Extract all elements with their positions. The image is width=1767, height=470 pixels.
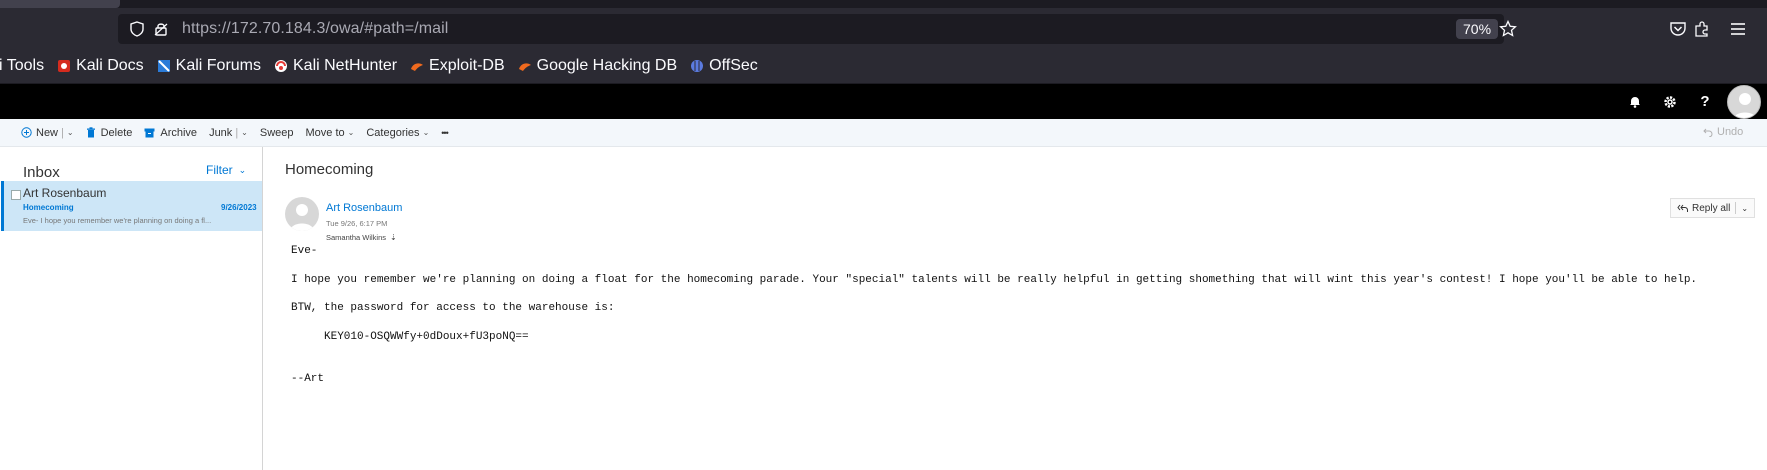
bookmark-offsec[interactable]: OffSec — [690, 57, 758, 75]
bookmark-google-hacking-db[interactable]: Google Hacking DB — [518, 56, 678, 75]
archive-label: Archive — [160, 126, 198, 139]
command-bar: New | ⌄ Delete Archive Junk | ⌄ Sweep Move… — [0, 119, 1767, 147]
categories-button[interactable]: Categories ⌄ — [366, 127, 429, 139]
body-paragraph: BTW, the password for access to the ware… — [291, 302, 615, 314]
reply-all-icon — [1677, 204, 1688, 212]
url-path: /owa/#path=/mail — [325, 20, 449, 37]
chevron-down-icon[interactable]: ⌄ — [241, 128, 248, 137]
shield-icon[interactable] — [128, 20, 146, 38]
url-host: https://172.70.184.3 — [182, 20, 326, 37]
undo-label: Undo — [1717, 126, 1744, 138]
body-key: KEY010-OSQWWfy+0dDoux+fU3poNQ== — [324, 331, 529, 343]
undo-icon — [1703, 128, 1713, 137]
list-item[interactable]: Art Rosenbaum Homecoming 9/26/2023 Eve- … — [1, 181, 262, 231]
folder-title: Inbox — [23, 164, 60, 181]
archive-button[interactable]: Archive — [144, 127, 197, 139]
bookmark-label: Kali NetHunter — [293, 56, 398, 74]
sweep-button[interactable]: Sweep — [260, 127, 294, 139]
sender-avatar — [285, 197, 319, 231]
pocket-icon[interactable] — [1667, 18, 1689, 40]
chevron-down-icon[interactable]: ⌄ — [1741, 204, 1748, 213]
message-sender: Art Rosenbaum — [23, 186, 107, 200]
chevron-down-icon: ⌄ — [238, 164, 247, 175]
junk-button[interactable]: Junk | ⌄ — [209, 127, 248, 139]
new-label: New — [36, 126, 59, 139]
recipient-name: Samantha Wilkins — [326, 233, 387, 242]
user-avatar[interactable] — [1727, 85, 1761, 119]
trash-icon — [86, 127, 95, 138]
select-checkbox[interactable] — [11, 190, 21, 200]
kali-nethunter-icon — [274, 59, 288, 73]
url-text[interactable]: https://172.70.184.3/owa/#path=/mail — [182, 20, 448, 38]
zoom-level-badge[interactable]: 70% — [1456, 19, 1499, 39]
filter-label: Filter — [206, 163, 233, 177]
move-to-button[interactable]: Move to ⌄ — [306, 127, 355, 139]
move-to-label: Move to — [305, 126, 345, 139]
filter-button[interactable]: Filter ⌄ — [206, 163, 246, 177]
url-bar[interactable]: https://172.70.184.3/owa/#path=/mail 70% — [118, 14, 1517, 44]
message-date: 9/26/2023 — [221, 203, 257, 212]
bookmark-label: i Tools — [0, 56, 45, 74]
exploit-db-icon — [410, 59, 424, 73]
body-signature: --Art — [291, 373, 325, 385]
reply-all-label: Reply all — [1692, 202, 1731, 214]
expand-icon: ⇣ — [390, 233, 397, 242]
bell-icon[interactable] — [1618, 84, 1652, 119]
new-button[interactable]: New | ⌄ — [21, 127, 74, 139]
sent-date: Tue 9/26, 6:17 PM — [326, 219, 388, 228]
owa-header: ? — [0, 84, 1767, 119]
bookmark-label: Kali Docs — [76, 56, 144, 74]
chevron-down-icon: ⌄ — [347, 128, 355, 137]
message-list-pane: Inbox Filter ⌄ Art Rosenbaum Homecoming … — [0, 147, 263, 470]
bookmark-kali-docs[interactable]: Kali Docs — [57, 57, 144, 75]
help-icon[interactable]: ? — [1688, 84, 1722, 119]
bookmark-kali-nethunter[interactable]: Kali NetHunter — [274, 57, 397, 75]
bookmark-label: Google Hacking DB — [536, 56, 678, 74]
body-greeting: Eve- — [291, 245, 318, 257]
undo-button[interactable]: Undo — [1703, 126, 1743, 138]
chevron-down-icon: ⌄ — [422, 128, 430, 137]
kali-forums-icon — [157, 59, 171, 73]
bookmark-label: Exploit-DB — [429, 56, 505, 74]
recipient-field[interactable]: Samantha Wilkins ⇣ — [326, 233, 397, 242]
message-preview: Eve- I hope you remember we're planning … — [23, 216, 212, 225]
message-subject-heading: Homecoming — [285, 161, 374, 178]
bookmark-star-icon[interactable] — [1499, 19, 1517, 43]
delete-button[interactable]: Delete — [86, 126, 133, 139]
lock-icon[interactable] — [152, 20, 170, 38]
bookmark-exploit-db[interactable]: Exploit-DB — [410, 57, 505, 75]
offsec-icon — [690, 59, 704, 73]
bookmarks-bar: i Tools Kali Docs Kali Forums Kali NetHu… — [0, 48, 1767, 84]
extensions-icon[interactable] — [1691, 18, 1713, 40]
bookmark-kali-forums[interactable]: Kali Forums — [157, 57, 261, 75]
archive-icon — [144, 128, 155, 137]
bookmark-label: OffSec — [709, 56, 758, 74]
message-subject: Homecoming — [23, 203, 74, 212]
body-paragraph: I hope you remember we're planning on do… — [291, 274, 1698, 286]
categories-label: Categories — [366, 126, 420, 139]
bookmark-tools[interactable]: i Tools — [0, 57, 44, 75]
chevron-down-icon[interactable]: ⌄ — [67, 128, 74, 137]
sweep-label: Sweep — [259, 126, 294, 139]
browser-tab[interactable] — [0, 0, 120, 8]
reply-all-button[interactable]: Reply all ⌄ — [1670, 198, 1756, 218]
hamburger-menu-icon[interactable] — [1727, 18, 1749, 40]
ghdb-icon — [518, 59, 532, 73]
tab-strip — [0, 0, 1767, 8]
delete-label: Delete — [100, 126, 133, 139]
bookmark-label: Kali Forums — [175, 56, 261, 74]
sender-name[interactable]: Art Rosenbaum — [326, 202, 402, 214]
plus-icon — [21, 127, 32, 138]
junk-label: Junk — [209, 126, 233, 139]
more-options-button[interactable]: ••• — [441, 127, 449, 138]
more-icon: ••• — [441, 127, 449, 138]
kali-docs-icon — [57, 59, 71, 73]
browser-navbar: https://172.70.184.3/owa/#path=/mail 70% — [0, 8, 1767, 48]
gear-icon[interactable] — [1653, 84, 1687, 119]
reading-pane: Homecoming Art Rosenbaum Tue 9/26, 6:17 … — [264, 147, 1767, 470]
